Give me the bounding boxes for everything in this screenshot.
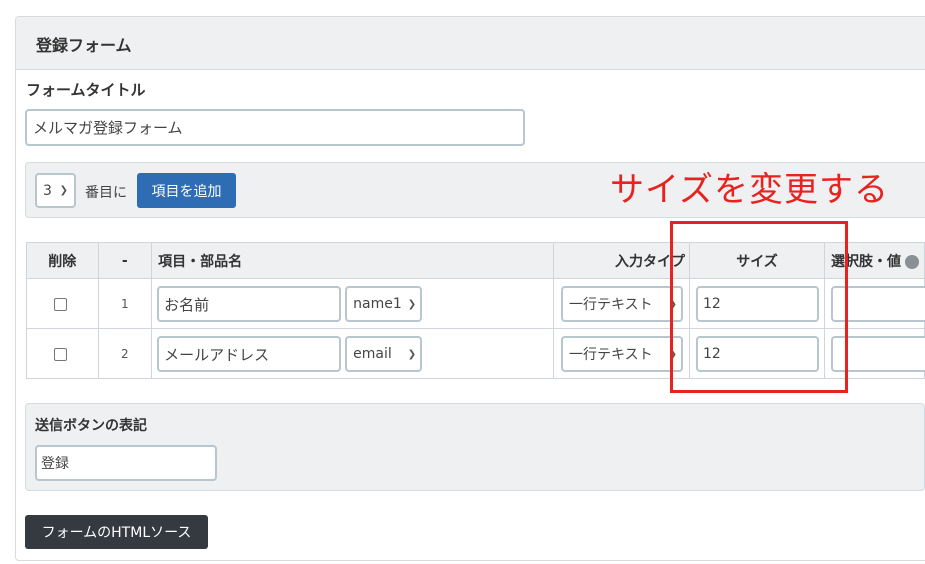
header-delete: 削除 (26, 242, 99, 279)
form-title-label: フォームタイトル (26, 81, 146, 99)
form-title-input[interactable]: メルマガ登録フォーム (25, 109, 525, 146)
item-name-input[interactable]: メールアドレス (157, 336, 342, 372)
delete-checkbox[interactable] (54, 348, 67, 361)
item-name-input[interactable]: お名前 (157, 286, 342, 322)
form-title-input-value: メルマガ登録フォーム (33, 119, 183, 137)
add-item-button[interactable]: 項目を追加 (137, 173, 236, 208)
position-select-value: 3 (43, 182, 52, 199)
row-number: 1 (121, 296, 129, 311)
panel-header: 登録フォーム (16, 17, 925, 70)
annotation-text: サイズを変更する (610, 170, 889, 210)
row-number: 2 (121, 346, 129, 361)
input-type-value: 一行テキスト (569, 347, 653, 363)
position-select[interactable]: 3 ❯ (35, 173, 76, 208)
highlight-box (670, 221, 848, 393)
item-name-value: メールアドレス (164, 345, 270, 364)
field-name-value: name1 (353, 296, 402, 312)
panel-title: 登録フォーム (36, 36, 132, 55)
input-type-select[interactable]: 一行テキスト ❯ (561, 336, 684, 372)
input-type-select[interactable]: 一行テキスト ❯ (561, 286, 684, 322)
html-source-button[interactable]: フォームのHTMLソース (25, 515, 208, 549)
submit-text-input[interactable]: 登録 (35, 445, 217, 481)
field-name-select[interactable]: email ❯ (345, 336, 423, 372)
field-name-select[interactable]: name1 ❯ (345, 286, 423, 322)
chevron-down-icon: ❯ (407, 348, 417, 360)
submit-label: 送信ボタンの表記 (35, 418, 147, 434)
delete-checkbox[interactable] (54, 298, 67, 311)
input-type-value: 一行テキスト (569, 297, 653, 313)
header-item-name: 項目・部品名 (151, 242, 555, 279)
item-name-value: お名前 (164, 295, 210, 314)
position-suffix: 番目に (85, 185, 127, 201)
field-name-value: email (353, 346, 392, 362)
chevron-down-icon: ❯ (407, 298, 417, 310)
info-icon[interactable] (905, 254, 919, 269)
chevron-down-icon: ❯ (59, 185, 68, 196)
header-order: - (97, 242, 153, 279)
submit-text-value: 登録 (41, 456, 69, 472)
